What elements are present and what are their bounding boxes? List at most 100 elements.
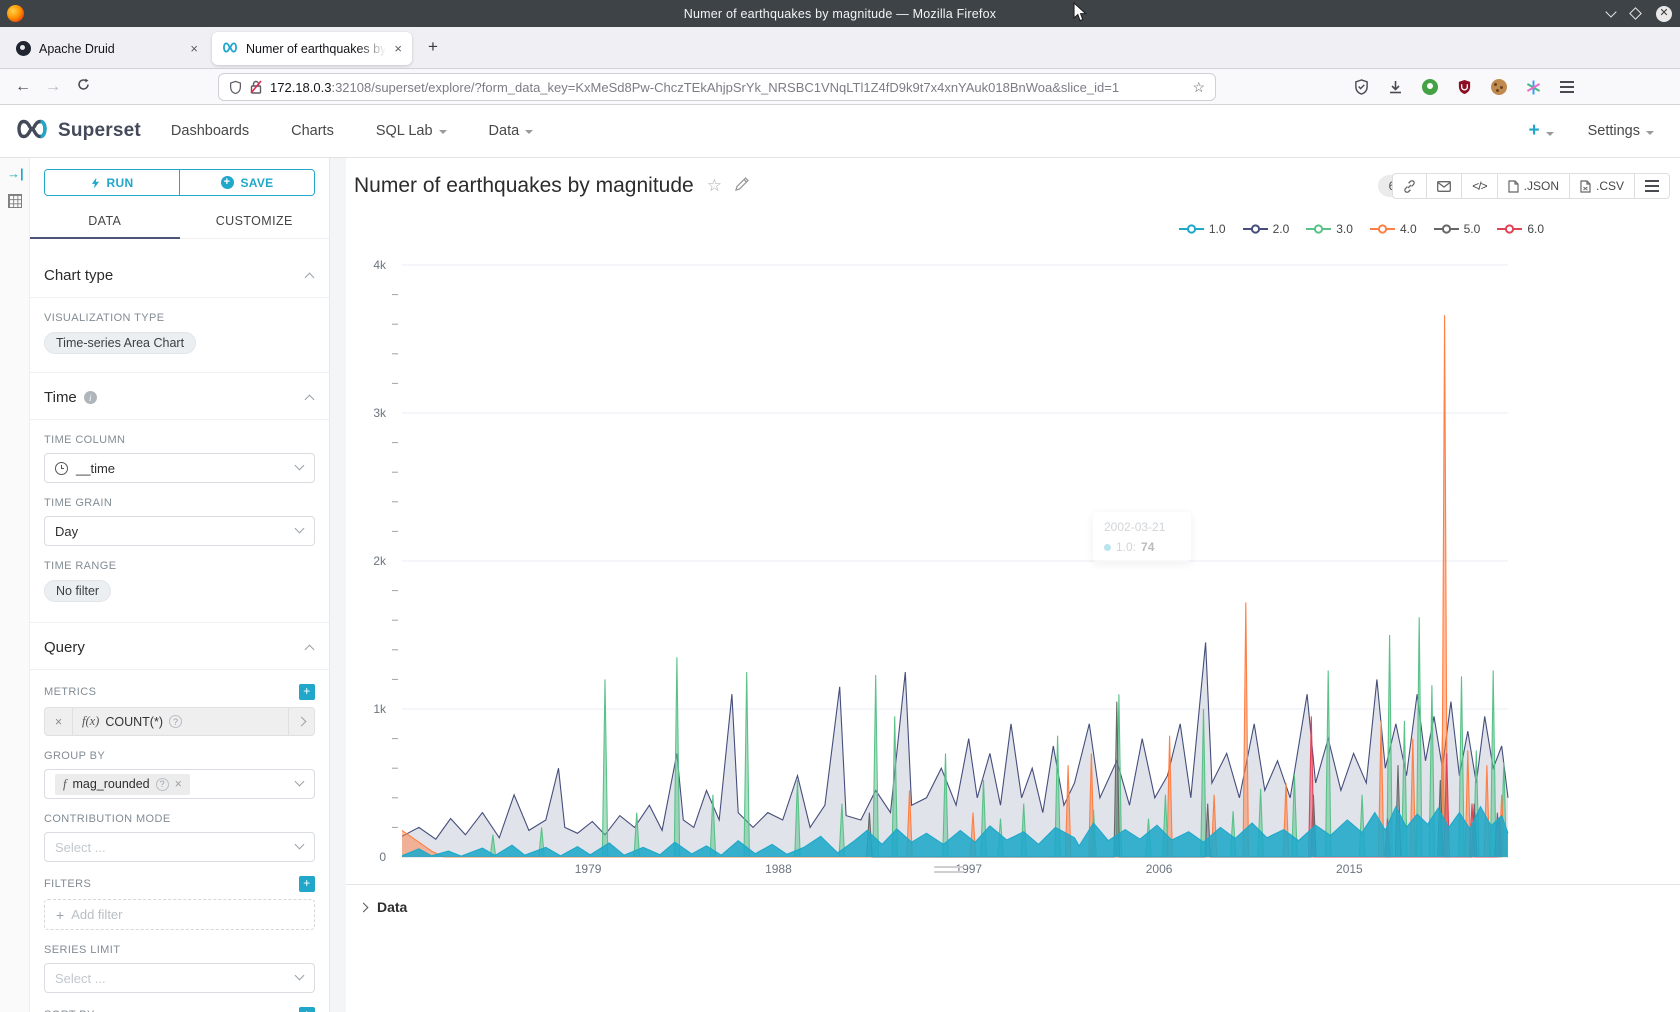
- legend-item-2.0[interactable]: 2.0: [1243, 222, 1290, 236]
- new-chart-button[interactable]: +: [1528, 120, 1553, 142]
- window-maximize-icon[interactable]: [1629, 7, 1642, 20]
- viz-type-control[interactable]: Time-series Area Chart: [44, 332, 315, 354]
- url-bar[interactable]: 172.18.0.3 :32108/superset/explore/?form…: [218, 73, 1216, 101]
- tab-apache-druid[interactable]: Apache Druid ×: [6, 32, 208, 65]
- screen: Numer of earthquakes by magnitude — Mozi…: [0, 0, 1680, 1012]
- expand-dataset-panel-icon[interactable]: →|: [7, 166, 24, 181]
- clock-icon: [55, 462, 68, 475]
- extension-asterisk-icon[interactable]: [1526, 80, 1541, 95]
- bookmark-star-icon[interactable]: ☆: [1192, 79, 1205, 96]
- forward-button[interactable]: →: [38, 78, 68, 96]
- run-button[interactable]: RUN: [45, 170, 179, 195]
- add-metric-button[interactable]: +: [299, 684, 315, 700]
- edit-title-icon[interactable]: [735, 177, 749, 196]
- downloads-icon[interactable]: [1388, 80, 1403, 95]
- svg-text:0: 0: [379, 850, 386, 864]
- legend-item-4.0[interactable]: 4.0: [1370, 222, 1417, 236]
- browser-menu-icon[interactable]: [1560, 81, 1574, 92]
- chart-title: Numer of earthquakes by magnitude: [354, 174, 694, 198]
- control-panel: RUN + SAVE DATA CUSTOMIZE Chart type VIS…: [30, 158, 330, 1012]
- nav-item-data[interactable]: Data: [489, 123, 534, 139]
- time-grain-select[interactable]: Day: [44, 516, 315, 546]
- file-icon: [1508, 180, 1519, 193]
- legend-marker-icon: [1243, 223, 1268, 235]
- export-json-button[interactable]: .JSON: [1498, 174, 1570, 198]
- legend-item-1.0[interactable]: 1.0: [1179, 222, 1226, 236]
- section-time[interactable]: Timei: [30, 372, 329, 420]
- export-csv-button[interactable]: .CSV: [1570, 174, 1635, 198]
- time-column-select[interactable]: __time: [44, 453, 315, 483]
- collapse-icon[interactable]: [305, 273, 315, 283]
- svg-text:2k: 2k: [373, 554, 387, 568]
- cookie-icon[interactable]: [1491, 79, 1507, 95]
- back-button[interactable]: ←: [8, 78, 38, 96]
- chart-legend: 1.0 2.0 3.0 4.0 5.0 6.0: [1179, 222, 1544, 236]
- run-save-group: RUN + SAVE: [44, 169, 315, 196]
- help-icon: ?: [169, 715, 182, 728]
- info-icon: i: [84, 391, 97, 404]
- tab-earthquakes-chart[interactable]: Numer of earthquakes by ×: [212, 32, 412, 65]
- window-minimize-icon[interactable]: [1605, 6, 1616, 17]
- window-title: Numer of earthquakes by magnitude — Mozi…: [0, 7, 1680, 21]
- contribution-mode-label: CONTRIBUTION MODE: [44, 813, 315, 825]
- dataset-grid-icon[interactable]: [8, 194, 22, 208]
- tracking-shield-icon[interactable]: [229, 80, 242, 95]
- nav-item-charts[interactable]: Charts: [291, 123, 334, 139]
- favorite-star-icon[interactable]: ☆: [707, 176, 722, 196]
- insecure-lock-icon[interactable]: [250, 80, 262, 94]
- metric-chip[interactable]: × f(x)COUNT(*)?: [44, 707, 315, 736]
- add-sort-button[interactable]: +: [299, 1007, 315, 1012]
- data-section-toggle[interactable]: Data: [360, 899, 1680, 915]
- tab-customize[interactable]: CUSTOMIZE: [180, 205, 330, 238]
- remove-metric-icon[interactable]: ×: [45, 708, 73, 735]
- settings-menu[interactable]: Settings: [1588, 123, 1654, 139]
- pocket-shield-icon[interactable]: [1354, 79, 1369, 95]
- expand-metric-icon[interactable]: [288, 708, 314, 735]
- series-limit-select[interactable]: Select ...: [44, 963, 315, 993]
- privacy-badger-icon[interactable]: [1422, 79, 1438, 95]
- time-range-label: TIME RANGE: [44, 560, 315, 572]
- collapse-icon[interactable]: [305, 645, 315, 655]
- explore-workspace: →| RUN + SAVE DATA CUSTOMIZE Chart type: [0, 158, 1680, 1012]
- series-limit-label: SERIES LIMIT: [44, 944, 315, 956]
- chevron-down-icon: [295, 840, 305, 850]
- add-filter-button[interactable]: + Add filter: [44, 899, 315, 930]
- tab-close-icon[interactable]: ×: [394, 41, 402, 56]
- sort-by-label: SORT BY +: [44, 1007, 315, 1012]
- collapse-icon[interactable]: [305, 395, 315, 405]
- save-button[interactable]: + SAVE: [179, 170, 314, 195]
- section-query[interactable]: Query: [30, 622, 329, 670]
- legend-item-5.0[interactable]: 5.0: [1434, 222, 1481, 236]
- lightning-icon: [91, 177, 100, 189]
- new-tab-button[interactable]: +: [428, 37, 438, 57]
- reload-button[interactable]: [68, 78, 98, 96]
- copy-link-button[interactable]: [1393, 174, 1427, 198]
- nav-item-dashboards[interactable]: Dashboards: [171, 123, 249, 139]
- legend-item-6.0[interactable]: 6.0: [1497, 222, 1544, 236]
- ublock-icon[interactable]: [1457, 79, 1472, 95]
- chevron-down-icon: [295, 461, 305, 471]
- email-button[interactable]: [1427, 174, 1462, 198]
- brand-name[interactable]: Superset: [58, 120, 141, 142]
- tab-data[interactable]: DATA: [30, 205, 180, 238]
- svg-text:1979: 1979: [575, 862, 602, 876]
- section-chart-type[interactable]: Chart type: [30, 251, 329, 298]
- resize-handle[interactable]: [934, 866, 964, 876]
- time-range-control[interactable]: No filter: [44, 580, 315, 602]
- embed-code-button[interactable]: </>: [1462, 174, 1497, 198]
- superset-logo[interactable]: [14, 117, 50, 146]
- mouse-cursor: [1073, 2, 1089, 24]
- chart-menu-button[interactable]: [1635, 174, 1669, 198]
- group-by-select[interactable]: f mag_rounded ? ×: [44, 769, 315, 799]
- contribution-mode-select[interactable]: Select ...: [44, 832, 315, 862]
- legend-item-3.0[interactable]: 3.0: [1306, 222, 1353, 236]
- chevron-down-icon: [295, 971, 305, 981]
- chevron-down-icon: [295, 524, 305, 534]
- group-by-chip[interactable]: f mag_rounded ? ×: [55, 774, 190, 795]
- tab-label: Apache Druid: [39, 42, 182, 56]
- remove-chip-icon[interactable]: ×: [175, 777, 182, 791]
- window-close-icon[interactable]: ✕: [1656, 6, 1672, 22]
- add-filter-plus-button[interactable]: +: [299, 876, 315, 892]
- tab-close-icon[interactable]: ×: [190, 41, 198, 56]
- nav-item-sql-lab[interactable]: SQL Lab: [376, 123, 447, 139]
